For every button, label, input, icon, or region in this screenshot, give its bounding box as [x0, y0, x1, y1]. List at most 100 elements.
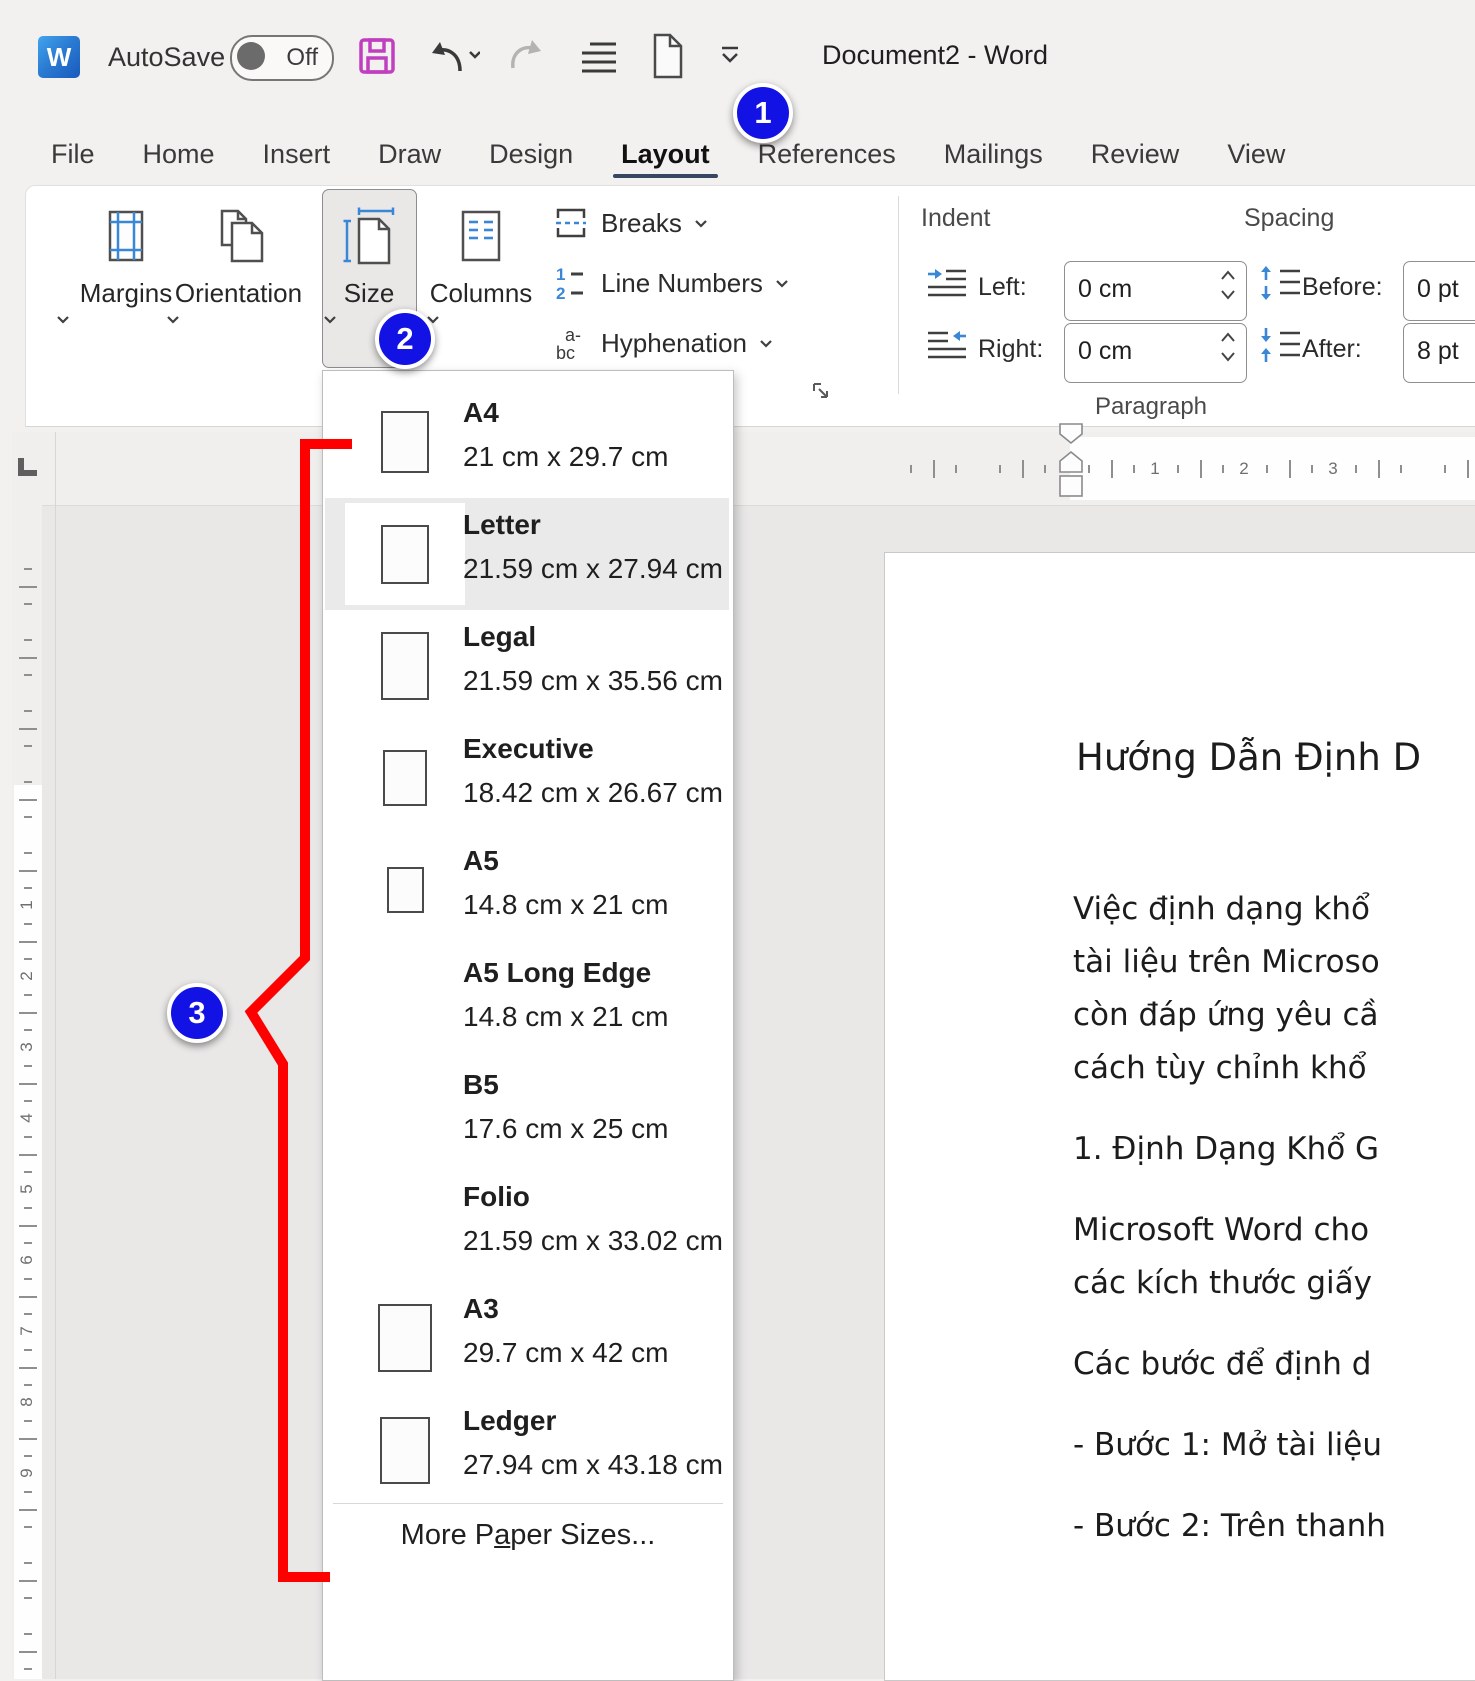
indent-right-input[interactable]: 0 cm	[1064, 323, 1247, 383]
ribbon-tab[interactable]: Draw	[354, 128, 465, 180]
hyphenation-icon: a- bc	[553, 324, 589, 362]
ruler-number: 3	[1328, 459, 1338, 478]
save-icon[interactable]	[357, 36, 397, 76]
ribbon-tab[interactable]: Layout	[597, 128, 734, 180]
indent-markers-icon[interactable]	[1056, 422, 1086, 504]
ruler-number: 7	[17, 1326, 36, 1336]
chevron-down-icon	[760, 339, 772, 348]
svg-text:1: 1	[556, 265, 565, 284]
paper-size-name: Folio	[463, 1181, 530, 1212]
word-logo-icon[interactable]: W	[38, 36, 80, 78]
hruler-numbers: 1 2 3	[894, 432, 1475, 505]
ribbon-tab[interactable]: View	[1203, 128, 1309, 180]
indent-left-input[interactable]: 0 cm	[1064, 261, 1247, 321]
paper-size-icon	[378, 1304, 432, 1372]
ruler-number: 4	[17, 1113, 36, 1123]
spacing-after-icon	[1258, 328, 1302, 362]
hyphenation-label: Hyphenation	[601, 327, 747, 358]
spinner-arrows-icon[interactable]	[1220, 332, 1236, 362]
columns-label: Columns	[429, 278, 533, 308]
undo-button[interactable]	[426, 38, 480, 76]
svg-text:2: 2	[556, 284, 565, 302]
ribbon-tab[interactable]: Insert	[239, 128, 355, 180]
paragraph-group-label: Paragraph	[1094, 393, 1208, 420]
ruler-number: 2	[17, 971, 36, 981]
paper-size-name: A5 Long Edge	[463, 957, 652, 988]
vertical-ruler[interactable]: 1 2 3 4 5 6 7 8 9	[12, 432, 42, 1679]
paper-size-icon	[381, 524, 429, 584]
paper-size-option[interactable]: Ledger 27.94 cm x 43.18 cm	[325, 1394, 729, 1506]
paper-size-dimensions: 21 cm x 29.7 cm	[463, 441, 669, 472]
ribbon-tab[interactable]: Mailings	[920, 128, 1067, 180]
paragraph: Việc định dạng khổ tài liệu trên Microso c…	[1073, 891, 1380, 1086]
horizontal-ruler[interactable]: 1 2 3	[42, 423, 1475, 506]
callout-3-badge: 3	[167, 983, 227, 1043]
paper-size-option[interactable]: A5 14.8 cm x 21 cm	[325, 834, 729, 946]
paper-size-option[interactable]: Legal 21.59 cm x 35.56 cm	[325, 610, 729, 722]
paper-size-name: B5	[463, 1069, 499, 1100]
ribbon-tab[interactable]: Design	[465, 128, 597, 180]
redo-button[interactable]	[505, 36, 547, 78]
tab-selector-icon[interactable]	[16, 450, 38, 478]
size-label: Size	[343, 278, 395, 308]
paper-size-option[interactable]: B5 17.6 cm x 25 cm	[325, 1058, 729, 1170]
orientation-button[interactable]: Orientation	[166, 196, 311, 324]
spacing-after-value: 8 pt	[1417, 337, 1459, 365]
indent-right-value: 0 cm	[1078, 337, 1133, 365]
page-setup-dialog-launcher-icon[interactable]	[811, 381, 831, 401]
document-heading: Hướng Dẫn Định D	[1076, 736, 1422, 779]
paper-size-name: Ledger	[463, 1405, 557, 1436]
callout-2-badge: 2	[375, 309, 435, 369]
paper-size-option[interactable]: A4 21 cm x 29.7 cm	[325, 386, 729, 498]
window-title: Document2 - Word	[821, 40, 1049, 70]
paper-size-dimensions: 17.6 cm x 25 cm	[463, 1113, 669, 1144]
document-page[interactable]: Hướng Dẫn Định D Việc định dạng khổ tài l…	[884, 552, 1475, 1681]
columns-button[interactable]: Columns	[426, 196, 536, 324]
ruler-number: 1	[1150, 459, 1160, 478]
paper-size-option[interactable]: Executive 18.42 cm x 26.67 cm	[325, 722, 729, 834]
spacing-before-label: Before:	[1302, 273, 1383, 301]
spinner-arrows-icon[interactable]	[1220, 270, 1236, 300]
paper-size-dimensions: 27.94 cm x 43.18 cm	[463, 1449, 723, 1480]
orientation-icon	[166, 196, 311, 276]
line-numbers-button[interactable]: 1 2 Line Numbers	[553, 253, 789, 313]
paper-size-name: Letter	[463, 509, 541, 540]
paper-size-icon	[380, 1416, 430, 1484]
indent-right-label: Right:	[978, 335, 1044, 363]
line-numbers-label: Line Numbers	[601, 267, 763, 298]
paper-size-icon	[383, 750, 427, 806]
autosave-toggle[interactable]: Off	[230, 35, 334, 81]
spacing-after-input[interactable]: 8 pt	[1403, 323, 1475, 383]
paper-size-option[interactable]: A5 Long Edge 14.8 cm x 21 cm	[325, 946, 729, 1058]
ribbon-tab[interactable]: Review	[1067, 128, 1204, 180]
new-document-icon[interactable]	[648, 32, 686, 80]
hyphenation-button[interactable]: a- bc Hyphenation	[553, 313, 773, 373]
indent-right-icon	[926, 330, 968, 360]
paper-size-icon	[386, 867, 424, 913]
paper-size-icon	[381, 632, 429, 700]
ruler-number: 1	[17, 900, 36, 910]
ribbon-tab[interactable]: Home	[119, 128, 239, 180]
paper-size-option[interactable]: A3 29.7 cm x 42 cm	[325, 1282, 729, 1394]
spacing-before-value: 0 pt	[1417, 275, 1459, 303]
ribbon-tab[interactable]: File	[27, 128, 119, 180]
columns-icon	[426, 196, 536, 276]
paper-size-dimensions: 18.42 cm x 26.67 cm	[463, 777, 723, 808]
ruler-number: 6	[17, 1255, 36, 1265]
indent-group-title: Indent	[921, 204, 991, 232]
ruler-number: 5	[17, 1184, 36, 1194]
autosave-label: AutoSave	[108, 42, 226, 72]
group-separator	[898, 196, 899, 394]
ribbon-lines-icon[interactable]	[582, 40, 616, 74]
chevron-down-icon	[695, 219, 707, 228]
more-paper-sizes-button[interactable]: More Paper Sizes...	[323, 1519, 733, 1552]
paper-size-option[interactable]: Folio 21.59 cm x 33.02 cm	[325, 1170, 729, 1282]
size-dropdown-menu: A4 21 cm x 29.7 cm Letter 21.59 cm x 27.…	[322, 370, 734, 1681]
spacing-before-input[interactable]: 0 pt	[1403, 261, 1475, 321]
canvas-left-edge	[55, 432, 56, 1679]
paper-size-dimensions: 14.8 cm x 21 cm	[463, 889, 669, 920]
size-button[interactable]: Size	[323, 196, 415, 324]
breaks-button[interactable]: Breaks	[553, 193, 708, 253]
paper-size-option[interactable]: Letter 21.59 cm x 27.94 cm	[325, 498, 729, 610]
indent-left-icon	[926, 268, 968, 298]
